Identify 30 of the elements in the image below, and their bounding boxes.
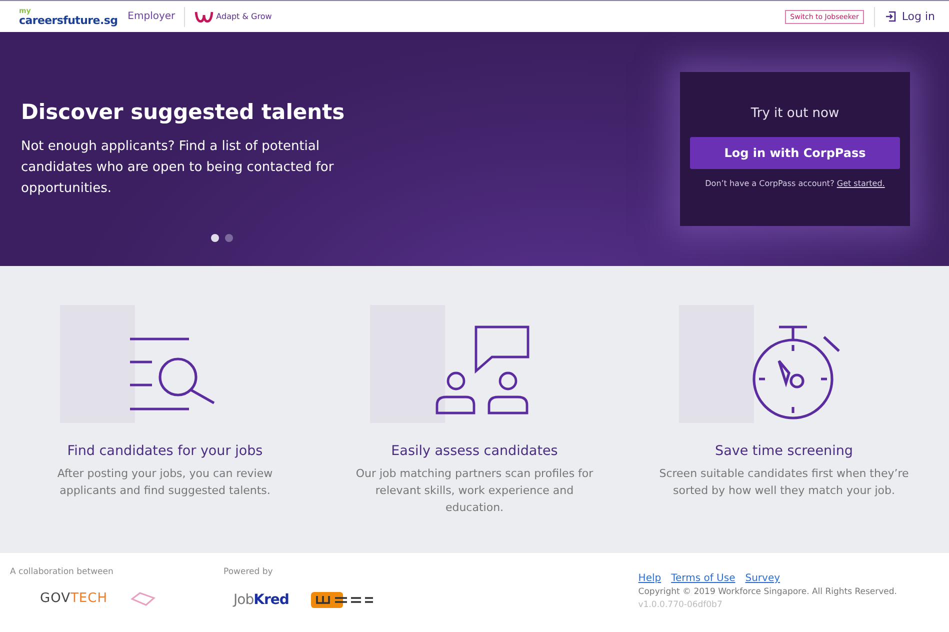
feature-title: Easily assess candidates [391, 443, 558, 459]
wcc-logo-icon [310, 591, 373, 609]
footer-link[interactable]: Survey [745, 573, 780, 584]
carousel-dot[interactable] [225, 234, 233, 242]
collaboration-label: A collaboration between [10, 567, 114, 577]
hero-title: Discover suggested talents [21, 100, 346, 124]
hero-text: Not enough applicants? Find a list of potential candidates who are open to being contacted for opportunities. [21, 138, 335, 198]
card-title: Try it out now [750, 106, 840, 121]
get-started-link[interactable]: Get started. [836, 179, 885, 188]
feature-title: Save time screening [715, 443, 853, 459]
feature-title: Find candidates for your jobs [67, 443, 263, 459]
corppass-login-button[interactable]: Log in with CorpPass [690, 137, 900, 169]
login-link[interactable]: Log in [884, 10, 935, 23]
partner-logo-text[interactable]: Adapt & Grow [216, 12, 272, 21]
footer-link[interactable]: Help [638, 573, 662, 584]
feature-text: Our job matching partners scan profiles for relevant skills, work experience and education. [354, 466, 594, 516]
jobkred-logo: JobKred [234, 592, 289, 608]
powered-by-label: Powered by [224, 567, 274, 577]
login-icon [884, 11, 896, 22]
carousel-dot[interactable] [211, 234, 219, 242]
version-text: v1.0.0.770-06df0b7 [638, 600, 724, 610]
feature-text: Screen suitable candidates first when they’re sorted by how well they match your job. [659, 466, 909, 499]
feature-text: After posting your jobs, you can review applicants and find suggested talents. [56, 466, 274, 499]
site-logo[interactable]: careersfuture.sg [19, 14, 118, 26]
copyright-text: Copyright © 2019 Workforce Singapore. All Rights Reserved. [638, 587, 897, 597]
govtech-logo: GOVTECH [40, 591, 108, 606]
footer-link[interactable]: Terms of Use [671, 573, 736, 584]
section-label: Employer [128, 11, 176, 22]
signup-prompt: Don’t have a CorpPass account? Get started. [705, 179, 885, 188]
govtech-logo-icon [130, 592, 156, 606]
